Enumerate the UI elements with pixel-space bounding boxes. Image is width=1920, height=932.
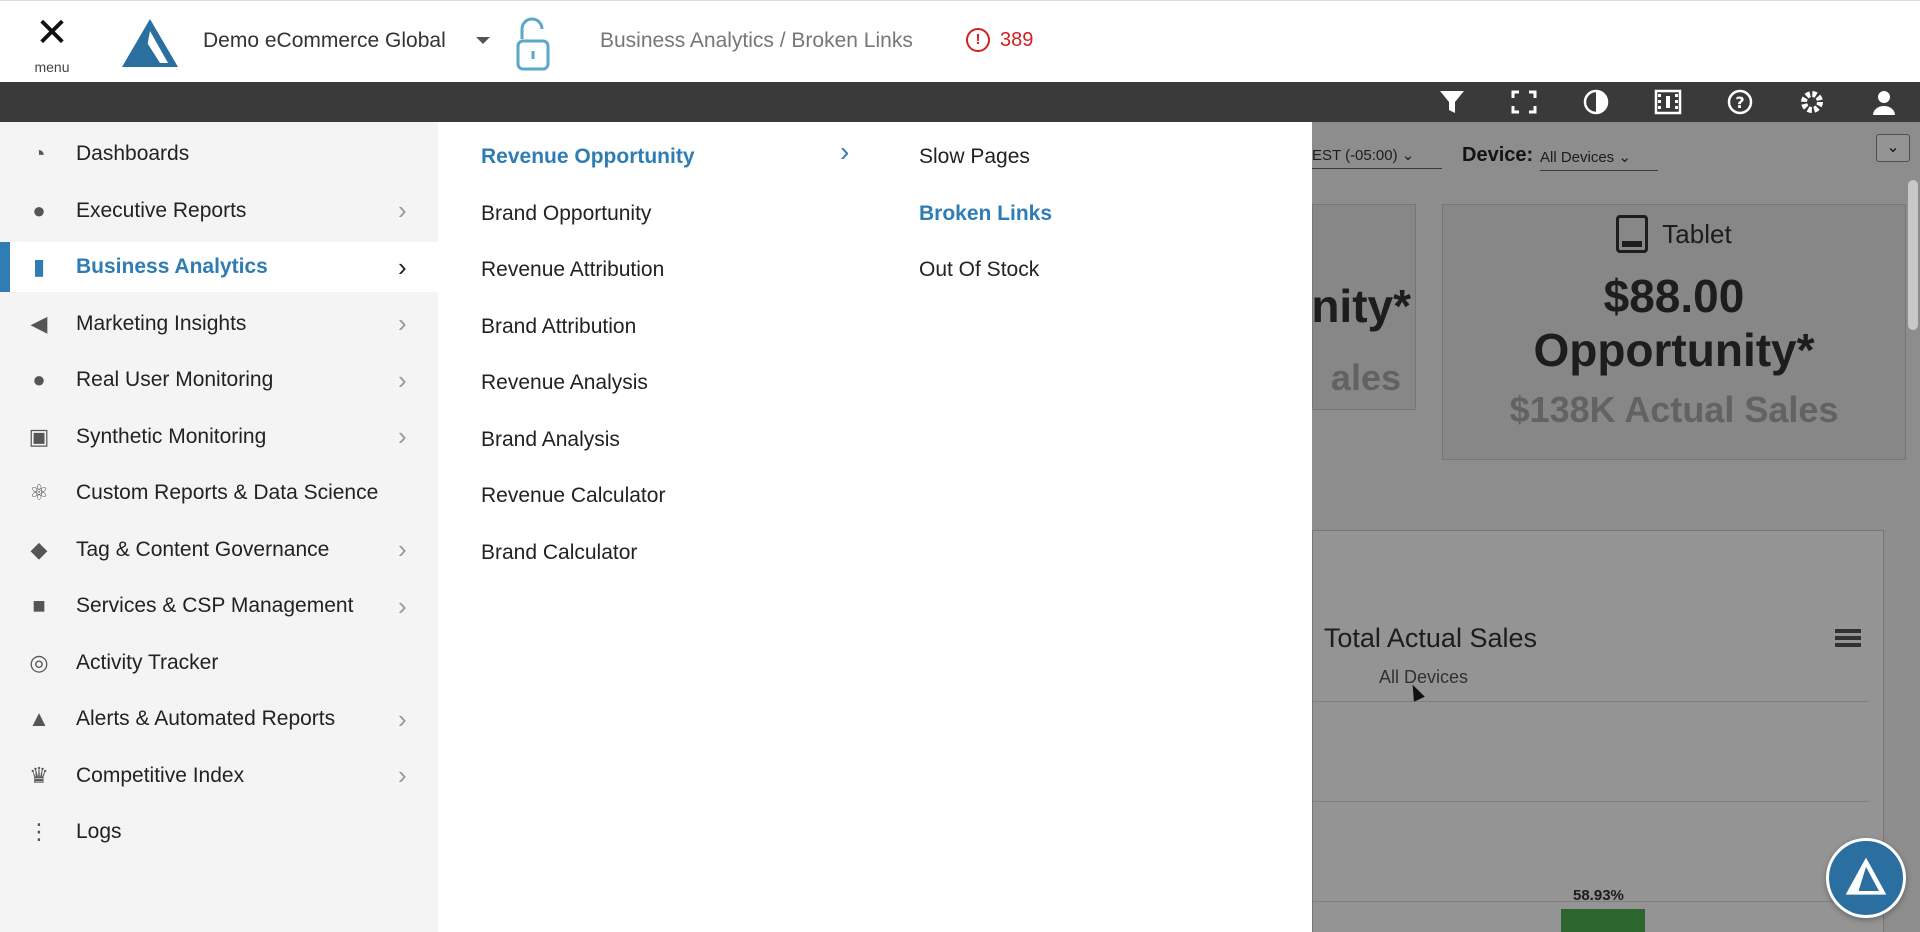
- executive-icon: ●: [32, 197, 46, 223]
- chevron-right-icon: ›: [840, 136, 850, 167]
- sidebar-item-alerts-automated-reports[interactable]: ▲ Alerts & Automated Reports ›: [0, 694, 438, 744]
- submenu-item-revenue-opportunity[interactable]: Revenue Opportunity: [481, 145, 695, 169]
- tag-icon: ◆: [30, 536, 48, 562]
- chevron-right-icon: ›: [398, 308, 407, 338]
- chevron-right-icon: ›: [398, 421, 407, 451]
- sidebar-item-tag-content-governance[interactable]: ◆ Tag & Content Governance ›: [0, 525, 438, 575]
- chevron-right-icon: ›: [398, 251, 407, 282]
- sidebar-item-label: Custom Reports & Data Science: [76, 481, 379, 504]
- bell-icon: ▲: [28, 706, 50, 731]
- chevron-right-icon: ›: [398, 590, 407, 621]
- sidebar-item-services-csp-management[interactable]: ■ Services & CSP Management ›: [0, 581, 438, 631]
- chevron-right-icon: ›: [398, 195, 407, 225]
- business-analytics-submenu: Revenue Opportunity Brand Opportunity Reve…: [438, 122, 1312, 932]
- sidebar-item-executive-reports[interactable]: ● Executive Reports ›: [0, 186, 438, 236]
- close-icon: ✕: [35, 10, 69, 56]
- submenu-item-out-of-stock[interactable]: Out Of Stock: [919, 258, 1039, 282]
- alert-indicator[interactable]: ! 389: [966, 28, 1033, 52]
- sidebar-item-label: Tag & Content Governance: [76, 537, 330, 561]
- help-icon[interactable]: ?: [1725, 88, 1755, 116]
- sidebar-item-competitive-index[interactable]: ♛ Competitive Index ›: [0, 751, 438, 801]
- menu-label: menu: [34, 59, 70, 75]
- sidebar-item-label: Services & CSP Management: [76, 594, 354, 617]
- chevron-right-icon: ›: [398, 703, 407, 734]
- alert-count: 389: [1000, 28, 1034, 51]
- sidebar-item-real-user-monitoring[interactable]: ● Real User Monitoring ›: [0, 355, 438, 405]
- submenu-item-brand-calculator[interactable]: Brand Calculator: [481, 541, 637, 565]
- users-icon: ●: [32, 367, 46, 392]
- submenu-item-slow-pages[interactable]: Slow Pages: [919, 145, 1030, 169]
- sidebar-item-logs[interactable]: ⋮ Logs: [0, 807, 438, 857]
- submenu-item-brand-attribution[interactable]: Brand Attribution: [481, 315, 636, 339]
- atom-icon: ⚛: [29, 480, 49, 505]
- unlock-icon[interactable]: [514, 15, 554, 73]
- sidebar-item-business-analytics[interactable]: ▮ Business Analytics ›: [0, 242, 438, 292]
- submenu-item-brand-opportunity[interactable]: Brand Opportunity: [481, 202, 651, 226]
- sidebar-item-label: Activity Tracker: [76, 650, 219, 674]
- video-icon[interactable]: [1653, 88, 1683, 116]
- chevron-right-icon: ›: [398, 534, 407, 564]
- chevron-right-icon: ›: [398, 364, 407, 395]
- sidebar-item-label: Dashboards: [76, 142, 190, 165]
- assistant-button[interactable]: [1826, 838, 1906, 918]
- submenu-item-revenue-analysis[interactable]: Revenue Analysis: [481, 371, 648, 395]
- trophy-icon: ♛: [29, 762, 49, 788]
- breadcrumb: Business Analytics / Broken Links: [600, 29, 913, 52]
- submenu-item-revenue-attribution[interactable]: Revenue Attribution: [481, 258, 664, 282]
- bar-chart-icon: ▮: [32, 254, 46, 279]
- top-header: ✕ menu Demo eCommerce Global Business An…: [0, 0, 1920, 82]
- submenu-item-brand-analysis[interactable]: Brand Analysis: [481, 428, 620, 452]
- brand-logo[interactable]: [120, 17, 180, 69]
- megaphone-icon: ◀: [30, 310, 48, 336]
- svg-text:?: ?: [1735, 93, 1744, 112]
- lock-icon: ■: [32, 593, 46, 618]
- gauge-icon: ◔: [32, 141, 46, 166]
- sidebar-item-label: Executive Reports: [76, 198, 247, 222]
- contrast-icon[interactable]: [1581, 88, 1611, 116]
- filter-icon[interactable]: [1437, 88, 1467, 116]
- fingerprint-icon: ◎: [29, 649, 49, 675]
- settings-icon[interactable]: [1797, 88, 1827, 116]
- sidebar-item-custom-reports-data-science[interactable]: ⚛ Custom Reports & Data Science: [0, 468, 438, 518]
- submenu-item-broken-links[interactable]: Broken Links: [919, 202, 1052, 226]
- org-selector[interactable]: Demo eCommerce Global: [203, 29, 446, 53]
- robot-icon: ▣: [28, 423, 50, 449]
- scrollbar[interactable]: [1908, 180, 1918, 330]
- sidebar-item-label: Competitive Index: [76, 763, 245, 787]
- sidebar-item-label: Real User Monitoring: [76, 368, 274, 391]
- sidebar-item-label: Marketing Insights: [76, 311, 247, 335]
- sidebar-item-label: Business Analytics: [76, 255, 268, 278]
- chevron-right-icon: ›: [398, 760, 407, 790]
- tree-icon: ⋮: [28, 819, 50, 844]
- alert-icon: !: [966, 28, 990, 52]
- sidebar-item-label: Synthetic Monitoring: [76, 424, 267, 448]
- sidebar-nav: ◔ Dashboards ● Executive Reports › ▮ Business …: [0, 122, 438, 932]
- chevron-down-icon[interactable]: [476, 37, 490, 44]
- menu-close-button[interactable]: ✕ menu: [30, 10, 74, 77]
- overlay-dim[interactable]: [1312, 122, 1920, 932]
- fullscreen-icon[interactable]: [1509, 88, 1539, 116]
- user-icon[interactable]: [1869, 88, 1899, 116]
- sidebar-item-marketing-insights[interactable]: ◀ Marketing Insights ›: [0, 299, 438, 349]
- sidebar-item-activity-tracker[interactable]: ◎ Activity Tracker: [0, 638, 438, 688]
- toolbar: ?: [0, 82, 1920, 122]
- sidebar-item-dashboards[interactable]: ◔ Dashboards: [0, 129, 438, 179]
- sidebar-item-label: Logs: [76, 820, 122, 843]
- sidebar-item-label: Alerts & Automated Reports: [76, 707, 336, 730]
- sidebar-item-synthetic-monitoring[interactable]: ▣ Synthetic Monitoring ›: [0, 412, 438, 462]
- submenu-item-revenue-calculator[interactable]: Revenue Calculator: [481, 484, 665, 508]
